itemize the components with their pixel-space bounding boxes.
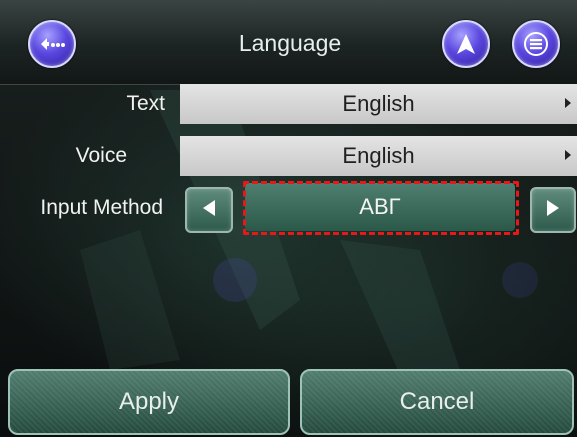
triangle-left-icon <box>200 198 218 223</box>
voice-language-label: Voice <box>75 144 127 167</box>
header-bar: Language <box>0 0 577 85</box>
text-language-value: English <box>342 91 415 116</box>
page-title: Language <box>238 30 342 56</box>
text-language-label: Text <box>126 92 165 115</box>
voice-language-select[interactable]: English <box>180 136 577 176</box>
menu-button[interactable] <box>512 20 560 68</box>
text-language-select[interactable]: English <box>180 84 577 124</box>
navigate-button[interactable] <box>442 20 490 68</box>
chevron-right-icon <box>565 98 571 108</box>
voice-language-value: English <box>342 143 415 168</box>
navigation-arrow-icon <box>453 31 479 57</box>
back-button[interactable] <box>28 20 76 68</box>
triangle-right-icon <box>544 198 562 223</box>
list-menu-icon <box>523 31 549 57</box>
back-ellipsis-icon <box>37 34 67 54</box>
apply-button[interactable]: Apply <box>8 369 290 435</box>
chevron-right-icon <box>565 150 571 160</box>
input-method-value[interactable]: ΑΒΓ <box>245 183 515 231</box>
input-method-next-button[interactable] <box>530 187 576 233</box>
input-method-label: Input Method <box>40 196 163 219</box>
cancel-button[interactable]: Cancel <box>300 369 574 435</box>
input-method-previous-button[interactable] <box>185 187 233 233</box>
